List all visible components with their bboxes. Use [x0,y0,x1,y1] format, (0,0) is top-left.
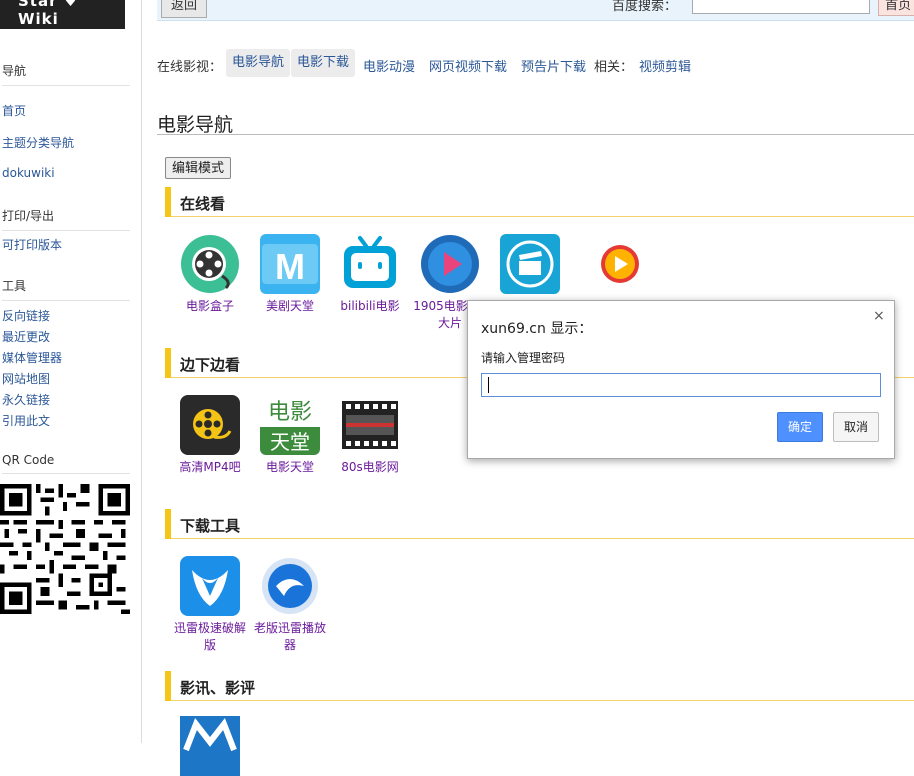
nav-item-anime[interactable]: 电影动漫 [363,56,415,75]
sidebar-heading-print: 打印/导出 [2,207,130,231]
section-title: 边下边看 [180,356,241,374]
section-accent-bar [165,509,171,539]
dianying-tiantang-icon: 电影 天堂 [260,395,320,455]
tile-caption: 老版迅雷播放器 [253,621,326,652]
baidu-search-label: 百度搜索： [612,0,678,14]
page-title: 电影导航 [157,114,234,136]
tile-caption: 电影天堂 [265,460,314,474]
tile-caption: bilibili电影 [340,299,400,313]
nav-related-label: 相关： [594,60,634,75]
sidebar-link-sitemap[interactable]: 网站地图 [2,370,50,387]
home-button[interactable]: 首页 [878,0,914,16]
meiju-icon: M [260,234,320,294]
ok-button[interactable]: 确定 [777,412,823,442]
cancel-button[interactable]: 取消 [833,412,879,442]
sidebar-link-topics[interactable]: 主题分类导航 [2,134,74,151]
tile-caption: 美剧天堂 [265,299,314,313]
thunder-player-icon [260,556,320,616]
password-input[interactable] [481,373,881,397]
sidebar-link-dokuwiki[interactable]: dokuwiki [2,166,55,180]
tile-caption: 80s电影网 [341,460,399,474]
section-accent-bar [165,187,171,217]
section-heading-news-reviews: 影讯、影评 [165,671,914,701]
section-title: 影讯、影评 [180,679,256,697]
sidebar-link-home[interactable]: 首页 [2,102,26,119]
section-title: 在线看 [180,195,226,213]
film-strip-icon [340,395,400,455]
section-underline [171,216,914,217]
clapperboard-icon [500,234,560,294]
nav-item-web-video-download[interactable]: 网页视频下载 [429,56,507,75]
qr-code-image [0,484,130,614]
site-logo[interactable]: Star ♥ Wiki [0,0,125,29]
password-prompt-dialog: xun69.cn 显示： × 请输入管理密码 确定 取消 [467,300,895,459]
section-title: 下载工具 [180,517,241,535]
film-reel-dark-icon [180,395,240,455]
svg-text:电影: 电影 [268,400,312,425]
sidebar-link-recent[interactable]: 最近更改 [2,328,50,345]
nav-item-movie-download[interactable]: 电影下载 [291,49,356,77]
back-button[interactable]: 返回 [161,0,207,18]
text-caret [488,377,489,393]
thunder-bird-icon [180,556,240,616]
nav-item-video-editing[interactable]: 视频剪辑 [639,56,691,75]
title-divider [157,134,914,135]
sidebar: Star ♥ Wiki 导航 首页 主题分类导航 dokuwiki 打印/导出 … [0,0,142,743]
section-underline [171,538,914,539]
svg-text:M: M [275,246,305,287]
tile-caption: 电影盒子 [185,299,234,313]
bilibili-tv-icon [340,234,400,294]
baidu-search-input[interactable] [692,0,870,14]
dialog-title: xun69.cn 显示： [481,321,593,337]
tile-caption: 高清MP4吧 [179,460,241,474]
film-reel-icon [180,234,240,294]
section-accent-bar [165,671,171,701]
nav-prefix-label: 在线影视： [157,60,223,75]
logo-text: Star ♥ Wiki [18,0,79,28]
sidebar-heading-qr: QR Code [2,453,130,474]
section-accent-bar [165,348,171,378]
nav-item-trailer-download[interactable]: 预告片下载 [521,56,586,75]
sidebar-heading-tools: 工具 [2,277,130,301]
dialog-message: 请输入管理密码 [481,351,566,365]
sidebar-link-backlinks[interactable]: 反向链接 [2,307,50,324]
sidebar-heading-nav: 导航 [2,62,130,86]
sidebar-link-cite[interactable]: 引用此文 [2,412,50,429]
svg-text:天堂: 天堂 [270,430,310,454]
sidebar-link-printable[interactable]: 可打印版本 [2,236,62,253]
section-heading-online: 在线看 [165,187,914,217]
section-heading-download-tools: 下载工具 [165,509,914,539]
section-underline [171,700,914,701]
edit-mode-button[interactable]: 编辑模式 [165,157,231,179]
nav-item-movie-guide[interactable]: 电影导航 [226,49,291,77]
play-circle-icon [420,234,480,294]
mtime-icon [180,716,240,776]
orange-play-icon [580,234,640,294]
close-icon[interactable]: × [873,308,885,324]
top-bar: 返回 百度搜索： 首页 [157,0,914,21]
sidebar-link-permalink[interactable]: 永久链接 [2,391,50,408]
sidebar-link-media[interactable]: 媒体管理器 [2,349,62,366]
tile-caption: 迅雷极速破解版 [173,621,246,652]
